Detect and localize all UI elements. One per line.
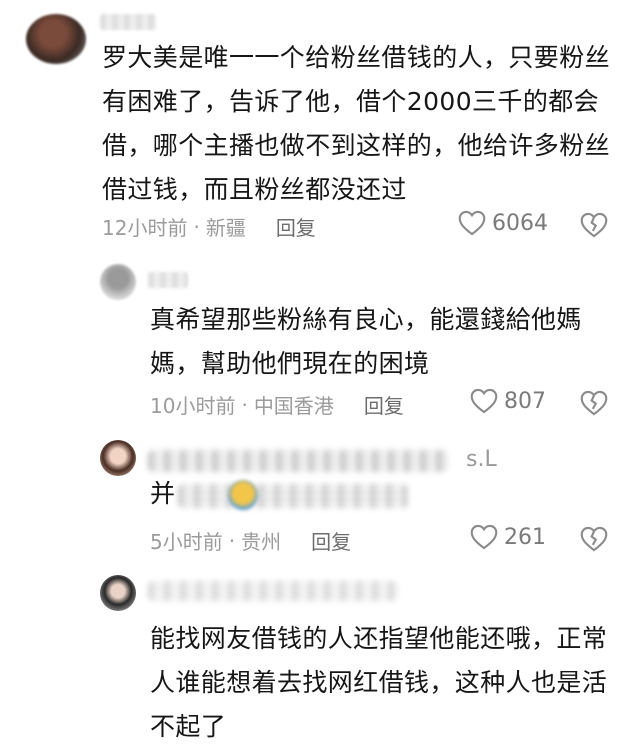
username-fragment: s.L	[466, 447, 497, 472]
comment-text: 真希望那些粉絲有良心，能還錢給他媽 媽，幫助他們現在的困境	[150, 305, 582, 378]
location: 中国香港	[253, 394, 334, 418]
comment-text-blurred	[178, 484, 408, 508]
timestamp: 10小时前	[150, 394, 236, 418]
reply-item: 能找网友借钱的人还指望他能还哦，正常 人谁能想着去找网红借钱，这种人也是活 不起…	[0, 565, 640, 741]
comment-meta: 12小时前 · 新疆 回复	[102, 212, 316, 241]
reply-button[interactable]: 回复	[276, 212, 316, 241]
reply-button[interactable]: 回复	[364, 390, 404, 419]
comment-meta: 10小时前 · 中国香港 回复	[150, 390, 404, 419]
comment-item: 罗大美是唯一一个给粉丝借钱的人，只要粉丝 有困难了，告诉了他，借个2000三千的…	[0, 0, 640, 250]
like-count: 6064	[492, 210, 548, 236]
location: 新疆	[205, 216, 246, 240]
timestamp: 5小时前	[150, 530, 223, 554]
comment-text: 能找网友借钱的人还指望他能还哦，正常 人谁能想着去找网红借钱，这种人也是活 不起…	[150, 624, 608, 741]
like-count: 261	[504, 524, 546, 550]
like-button[interactable]: 807	[470, 388, 546, 414]
heart-outline-icon	[470, 524, 498, 550]
username-blurred[interactable]	[148, 450, 448, 472]
comment-meta: 5小时前 · 贵州 回复	[150, 526, 351, 555]
comment-text: 并	[150, 479, 176, 508]
like-button[interactable]: 6064	[458, 210, 548, 236]
broken-heart-icon[interactable]	[580, 212, 608, 238]
username-blurred[interactable]	[148, 272, 188, 288]
heart-outline-icon	[470, 388, 498, 414]
like-count: 807	[504, 388, 546, 414]
avatar[interactable]	[100, 264, 136, 300]
reply-item: s.L 并 5小时前 · 贵州 回复 261	[0, 430, 640, 565]
comment-text: 罗大美是唯一一个给粉丝借钱的人，只要粉丝 有困难了，告诉了他，借个2000三千的…	[102, 43, 611, 204]
reply-item: 真希望那些粉絲有良心，能還錢給他媽 媽，幫助他們現在的困境 10小时前 · 中国…	[0, 250, 640, 430]
username-blurred[interactable]	[148, 581, 398, 601]
emoji-icon	[228, 480, 258, 510]
location: 贵州	[241, 530, 282, 554]
like-button[interactable]: 261	[470, 524, 546, 550]
broken-heart-icon[interactable]	[580, 526, 608, 552]
reply-button[interactable]: 回复	[311, 526, 351, 555]
avatar[interactable]	[26, 14, 86, 64]
broken-heart-icon[interactable]	[580, 390, 608, 416]
avatar[interactable]	[100, 440, 136, 476]
timestamp: 12小时前	[102, 216, 188, 240]
avatar[interactable]	[100, 575, 136, 611]
username-blurred[interactable]	[100, 14, 156, 30]
heart-outline-icon	[458, 210, 486, 236]
